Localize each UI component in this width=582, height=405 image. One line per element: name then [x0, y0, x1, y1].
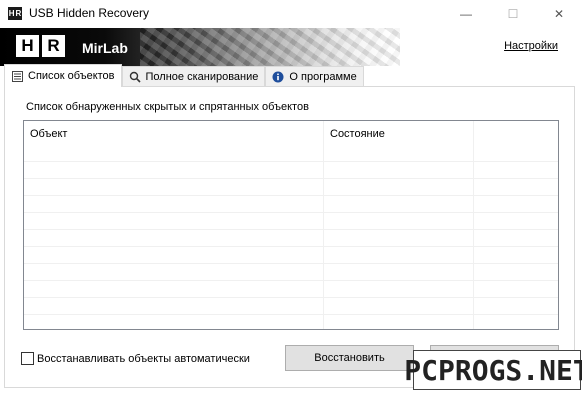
row-gridline: [24, 212, 558, 213]
logo-letter-h: H: [16, 35, 39, 57]
header-banner: H R MirLab Настройки: [0, 28, 582, 66]
row-gridline: [24, 195, 558, 196]
auto-restore-option[interactable]: Восстанавливать объекты автоматически: [21, 352, 250, 365]
banner-pattern: [140, 28, 400, 66]
tab-bar: Список объектов Полное сканирование О пр…: [4, 64, 364, 87]
row-gridline: [24, 161, 558, 162]
settings-link[interactable]: Настройки: [504, 40, 558, 52]
column-header-object[interactable]: Объект: [24, 121, 323, 159]
logo-letter-r: R: [42, 35, 65, 57]
window-title: USB Hidden Recovery: [29, 6, 150, 20]
row-gridline: [24, 280, 558, 281]
tab-full-scan[interactable]: Полное сканирование: [121, 66, 266, 87]
list-caption: Список обнаруженных скрытых и спрятанных…: [26, 101, 309, 113]
row-gridline: [24, 229, 558, 230]
row-gridline: [24, 178, 558, 179]
row-gridline: [24, 263, 558, 264]
tab-label: Список объектов: [28, 70, 115, 82]
restore-button[interactable]: Восстановить: [285, 345, 414, 371]
watermark: PCPROGS.NET: [404, 350, 582, 390]
app-icon-letter-r: R: [15, 9, 22, 18]
tab-about[interactable]: О программе: [265, 66, 364, 87]
info-icon: [272, 71, 284, 83]
row-gridline: [24, 246, 558, 247]
row-gridline: [24, 297, 558, 298]
tab-label: О программе: [289, 71, 357, 83]
close-icon: ✕: [553, 7, 565, 21]
minimize-button[interactable]: —: [443, 0, 489, 28]
minimize-icon: —: [460, 7, 472, 21]
maximize-button[interactable]: ☐: [490, 0, 536, 28]
app-icon: HR: [8, 7, 22, 20]
auto-restore-label: Восстанавливать объекты автоматически: [37, 352, 250, 365]
brand-name: MirLab: [82, 40, 128, 56]
tab-object-list[interactable]: Список объектов: [4, 64, 122, 87]
search-icon: [129, 71, 141, 83]
maximize-icon: ☐: [507, 7, 519, 21]
column-header-state[interactable]: Состояние: [324, 121, 474, 159]
close-button[interactable]: ✕: [536, 0, 582, 28]
auto-restore-checkbox[interactable]: [21, 352, 34, 365]
objects-table[interactable]: Объект Состояние: [23, 120, 559, 330]
title-bar: HR USB Hidden Recovery — ☐ ✕: [0, 0, 582, 28]
app-icon-letter-h: H: [8, 9, 15, 18]
row-gridline: [24, 314, 558, 315]
list-icon: [11, 70, 23, 82]
logo: H R: [16, 35, 65, 57]
tab-label: Полное сканирование: [145, 71, 259, 83]
